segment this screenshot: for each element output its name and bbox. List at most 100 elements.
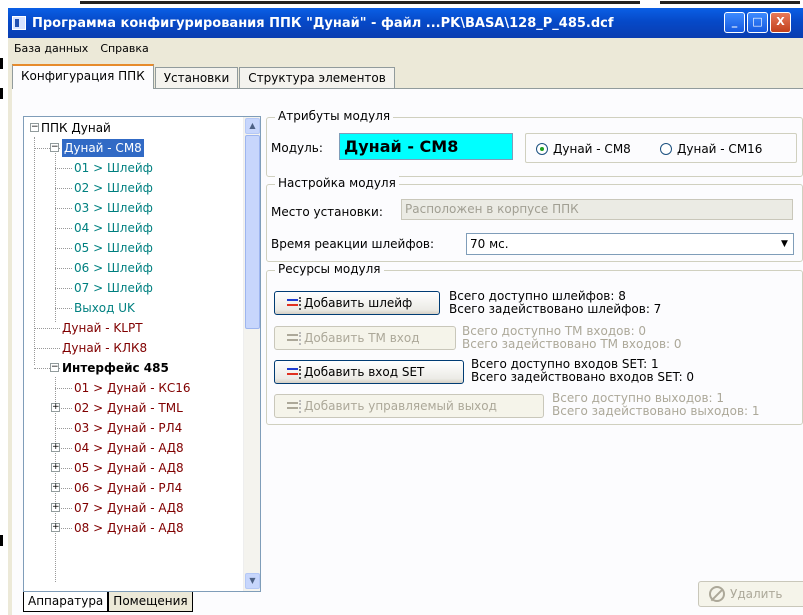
button-label: Добавить управляемый выход: [304, 399, 497, 413]
radio-cm8[interactable]: Дунай - СМ8: [536, 142, 631, 156]
scroll-thumb[interactable]: [245, 135, 260, 329]
tab-content: ▲ ▼ ППК Дунай − Дунай - СМ8−01 > Шлейф 02 >…: [12, 88, 803, 615]
location-label: Место установки:: [271, 205, 383, 219]
tree-item[interactable]: 02 > Шлейф: [74, 178, 153, 198]
tab-hardware[interactable]: Аппаратура: [23, 592, 109, 612]
tree-item-label: 07 > Дунай - АД8: [74, 501, 184, 515]
tab-rooms[interactable]: Помещения: [108, 592, 193, 612]
tree-item[interactable]: Выход UK: [74, 298, 135, 318]
radio-selected-icon: [536, 143, 548, 155]
set-used-text: Всего задействовано входов SET: 0: [471, 370, 695, 384]
add-loop-button[interactable]: Добавить шлейф: [274, 291, 440, 315]
expand-plus-icon[interactable]: +: [51, 503, 60, 512]
menu-item-help[interactable]: Справка: [94, 42, 154, 55]
group-title: Ресурсы модуля: [275, 262, 384, 276]
tree-connector: [55, 168, 72, 169]
tree-item-label: 07 > Шлейф: [74, 281, 153, 295]
main-tabs: Конфигурация ППК Установки Структура эле…: [12, 64, 396, 89]
scroll-down-icon[interactable]: ▼: [245, 573, 260, 589]
tree-connector: [55, 388, 72, 389]
tree-item[interactable]: ППК Дунай: [41, 118, 111, 138]
reaction-time-select[interactable]: 70 мс. ▼: [466, 233, 794, 255]
tree-connector: [55, 428, 72, 429]
radio-label: Дунай - СМ16: [677, 142, 763, 156]
expand-plus-icon[interactable]: +: [51, 523, 60, 532]
tree-connector: [55, 228, 72, 229]
tree-item[interactable]: 04 > Дунай - АД8: [74, 438, 184, 458]
location-field: Расположен в корпусе ППК: [401, 199, 793, 220]
maximize-icon[interactable]: □: [747, 12, 768, 33]
tree-item[interactable]: 04 > Шлейф: [74, 218, 153, 238]
app-window: Программа конфигурирования ППК "Дунай" -…: [8, 8, 803, 615]
tree-connector: [55, 147, 56, 322]
tab-settings[interactable]: Установки: [154, 67, 239, 89]
tree-item[interactable]: 06 > Дунай - РЛ4: [74, 478, 182, 498]
outputs-used-text: Всего задействовано выходов: 1: [552, 404, 760, 418]
app-icon: [12, 16, 26, 30]
button-label: Добавить ТМ вход: [304, 331, 420, 345]
tree-bottom-tabs: Аппаратура Помещения: [23, 592, 193, 612]
tree-item-label: Дунай - КЛК8: [62, 341, 148, 355]
tree-item[interactable]: 01 > Шлейф: [74, 158, 153, 178]
expand-plus-icon[interactable]: +: [51, 483, 60, 492]
tree-item-label: 05 > Шлейф: [74, 241, 153, 255]
tree-item[interactable]: 08 > Дунай - АД8: [74, 518, 184, 538]
tree-item-label: 08 > Дунай - АД8: [74, 521, 184, 535]
tree-item[interactable]: Дунай - KLPT: [62, 318, 143, 338]
expand-plus-icon[interactable]: +: [51, 443, 60, 452]
tree-connector: [55, 248, 72, 249]
close-icon[interactable]: X: [770, 12, 791, 33]
collapse-minus-icon[interactable]: −: [50, 363, 59, 372]
delete-icon: [709, 586, 725, 602]
tab-element-structure[interactable]: Структура элементов: [239, 67, 395, 89]
tree-item[interactable]: 02 > Дунай - TML: [74, 398, 183, 418]
tree-item-label: 02 > Дунай - TML: [74, 401, 183, 415]
tab-ppk-config[interactable]: Конфигурация ППК: [12, 64, 154, 89]
module-label: Модуль:: [271, 141, 323, 155]
reaction-time-value: 70 мс.: [470, 237, 509, 251]
background-edge: [0, 535, 3, 546]
tree-item[interactable]: Дунай - КЛК8: [62, 338, 147, 358]
collapse-minus-icon[interactable]: −: [30, 123, 39, 132]
tree-item[interactable]: Дунай - СМ8: [62, 139, 144, 157]
chevron-down-icon[interactable]: ▼: [776, 234, 793, 254]
group-title: Настройка модуля: [275, 176, 399, 190]
minimize-icon[interactable]: _: [724, 12, 745, 33]
menu-bar: База данных Справка: [8, 38, 803, 59]
button-label: Добавить шлейф: [304, 296, 413, 310]
tree-item-label: 03 > Шлейф: [74, 201, 153, 215]
collapse-minus-icon[interactable]: −: [50, 143, 59, 152]
radio-cm16[interactable]: Дунай - СМ16: [660, 142, 762, 156]
add-tm-input-button[interactable]: Добавить ТМ вход: [274, 326, 456, 350]
tree-item[interactable]: 07 > Дунай - АД8: [74, 498, 184, 518]
delete-button[interactable]: Удалить: [698, 581, 803, 607]
tree-item-label: Интерфейс 485: [62, 361, 169, 375]
module-name-field: Дунай - СМ8: [339, 133, 513, 160]
title-bar[interactable]: Программа конфигурирования ППК "Дунай" -…: [8, 8, 803, 38]
loops-used-text: Всего задействовано шлейфов: 7: [449, 302, 662, 316]
hardware-tree[interactable]: ▲ ▼ ППК Дунай − Дунай - СМ8−01 > Шлейф 02 >…: [23, 116, 261, 592]
add-set-input-button[interactable]: Добавить вход SET: [274, 360, 464, 384]
add-controlled-output-button[interactable]: Добавить управляемый выход: [274, 394, 544, 418]
add-element-icon: [287, 399, 301, 413]
background-edge: [0, 58, 3, 69]
tree-item[interactable]: 05 > Дунай - АД8: [74, 458, 184, 478]
tree-item[interactable]: 06 > Шлейф: [74, 258, 153, 278]
tree-item[interactable]: 03 > Дунай - РЛ4: [74, 418, 182, 438]
tree-item-label: Дунай - KLPT: [62, 321, 143, 335]
tree-item[interactable]: 01 > Дунай - КС16: [74, 378, 191, 398]
tree-item[interactable]: 07 > Шлейф: [74, 278, 153, 298]
expand-plus-icon[interactable]: +: [51, 463, 60, 472]
tree-item-label: 02 > Шлейф: [74, 181, 153, 195]
group-title: Атрибуты модуля: [275, 109, 394, 123]
expand-plus-icon[interactable]: +: [51, 403, 60, 412]
tree-item-label: 01 > Шлейф: [74, 161, 153, 175]
tree-item[interactable]: Интерфейс 485: [62, 358, 169, 378]
radio-unselected-icon: [660, 143, 672, 155]
tree-item-label: ППК Дунай: [41, 121, 111, 135]
menu-item-database[interactable]: База данных: [8, 42, 94, 55]
tree-item[interactable]: 03 > Шлейф: [74, 198, 153, 218]
tree-item[interactable]: 05 > Шлейф: [74, 238, 153, 258]
scroll-up-icon[interactable]: ▲: [245, 118, 260, 134]
tree-scrollbar[interactable]: ▲ ▼: [243, 117, 260, 591]
